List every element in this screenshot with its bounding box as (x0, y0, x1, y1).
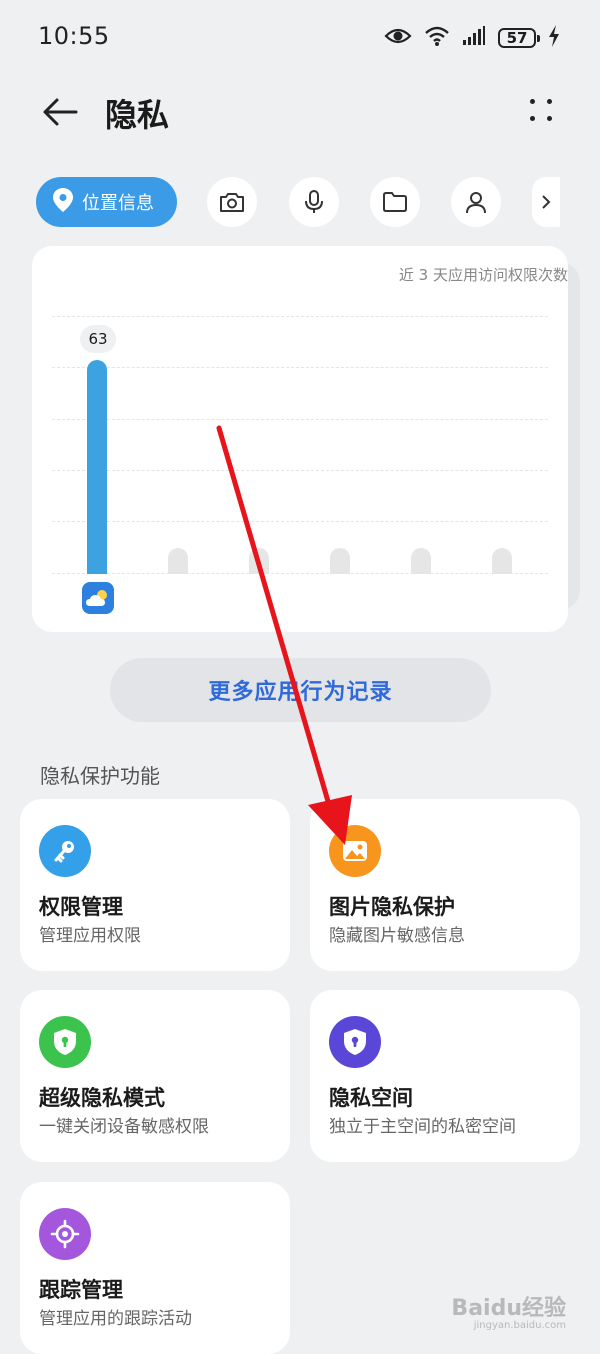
feature-subtitle: 独立于主空间的私密空间 (329, 1117, 516, 1137)
feature-subtitle: 一键关闭设备敏感权限 (39, 1117, 209, 1137)
feature-title: 权限管理 (39, 895, 123, 919)
filter-location-label: 位置信息 (82, 193, 154, 214)
section-title: 隐私保护功能 (40, 764, 160, 788)
page-title: 隐私 (105, 96, 170, 134)
feature-title: 隐私空间 (329, 1086, 413, 1110)
charging-icon (548, 25, 560, 51)
chart-bar (168, 548, 188, 574)
shield-lock-icon (39, 1016, 91, 1068)
target-icon (39, 1208, 91, 1260)
feature-subtitle: 管理应用的跟踪活动 (39, 1309, 192, 1329)
gridline (52, 367, 548, 368)
key-icon (39, 825, 91, 877)
watermark-logo: Baidu经验 (451, 1296, 566, 1321)
chart-bar (249, 548, 269, 574)
camera-icon (220, 193, 244, 212)
status-time: 10:55 (38, 22, 110, 50)
more-options-button[interactable] (524, 90, 564, 130)
filter-files-chip[interactable] (370, 177, 420, 227)
chevron-right-icon (542, 195, 551, 209)
chart-card[interactable] (32, 246, 568, 632)
arrow-left-icon (43, 98, 78, 126)
chart-bar (330, 548, 350, 574)
feature-permission-management[interactable]: 权限管理 管理应用权限 (20, 799, 290, 971)
microphone-icon (305, 190, 323, 213)
feature-image-privacy[interactable]: 图片隐私保护 隐藏图片敏感信息 (310, 799, 580, 971)
feature-title: 图片隐私保护 (329, 895, 455, 919)
feature-title: 跟踪管理 (39, 1278, 123, 1302)
chart-bar (492, 548, 512, 574)
feature-subtitle: 管理应用权限 (39, 926, 141, 946)
weather-app-icon (82, 582, 114, 614)
more-records-button[interactable]: 更多应用行为记录 (110, 658, 491, 722)
gridline (52, 521, 548, 522)
location-pin-icon (52, 187, 74, 218)
filter-location-chip[interactable]: 位置信息 (36, 177, 177, 227)
chart-bar (411, 548, 431, 574)
chart-bar (87, 360, 107, 574)
feature-super-privacy-mode[interactable]: 超级隐私模式 一键关闭设备敏感权限 (20, 990, 290, 1162)
feature-private-space[interactable]: 隐私空间 独立于主空间的私密空间 (310, 990, 580, 1162)
contacts-icon (466, 192, 486, 214)
filter-contacts-chip[interactable] (451, 177, 501, 227)
status-icons: 57 (384, 22, 560, 54)
gridline (52, 470, 548, 471)
signal-icon (462, 26, 486, 50)
wifi-icon (424, 25, 450, 51)
filter-microphone-chip[interactable] (289, 177, 339, 227)
bar-data-label: 63 (80, 325, 116, 353)
gridline (52, 419, 548, 420)
filter-scroll-more[interactable] (532, 177, 560, 227)
feature-tracking-management[interactable]: 跟踪管理 管理应用的跟踪活动 (20, 1182, 290, 1354)
eye-icon (384, 26, 412, 50)
feature-subtitle: 隐藏图片敏感信息 (329, 926, 465, 946)
image-icon (329, 825, 381, 877)
folder-icon (383, 192, 407, 212)
filter-camera-chip[interactable] (207, 177, 257, 227)
gridline (52, 573, 548, 574)
chart-title: 近 3 天应用访问权限次数 (398, 266, 568, 284)
battery-indicator: 57 (498, 28, 540, 48)
back-button[interactable] (36, 88, 84, 136)
gridline (52, 316, 548, 317)
feature-title: 超级隐私模式 (39, 1086, 165, 1110)
shield-lock-icon (329, 1016, 381, 1068)
watermark-url: jingyan.baidu.com (473, 1320, 566, 1331)
